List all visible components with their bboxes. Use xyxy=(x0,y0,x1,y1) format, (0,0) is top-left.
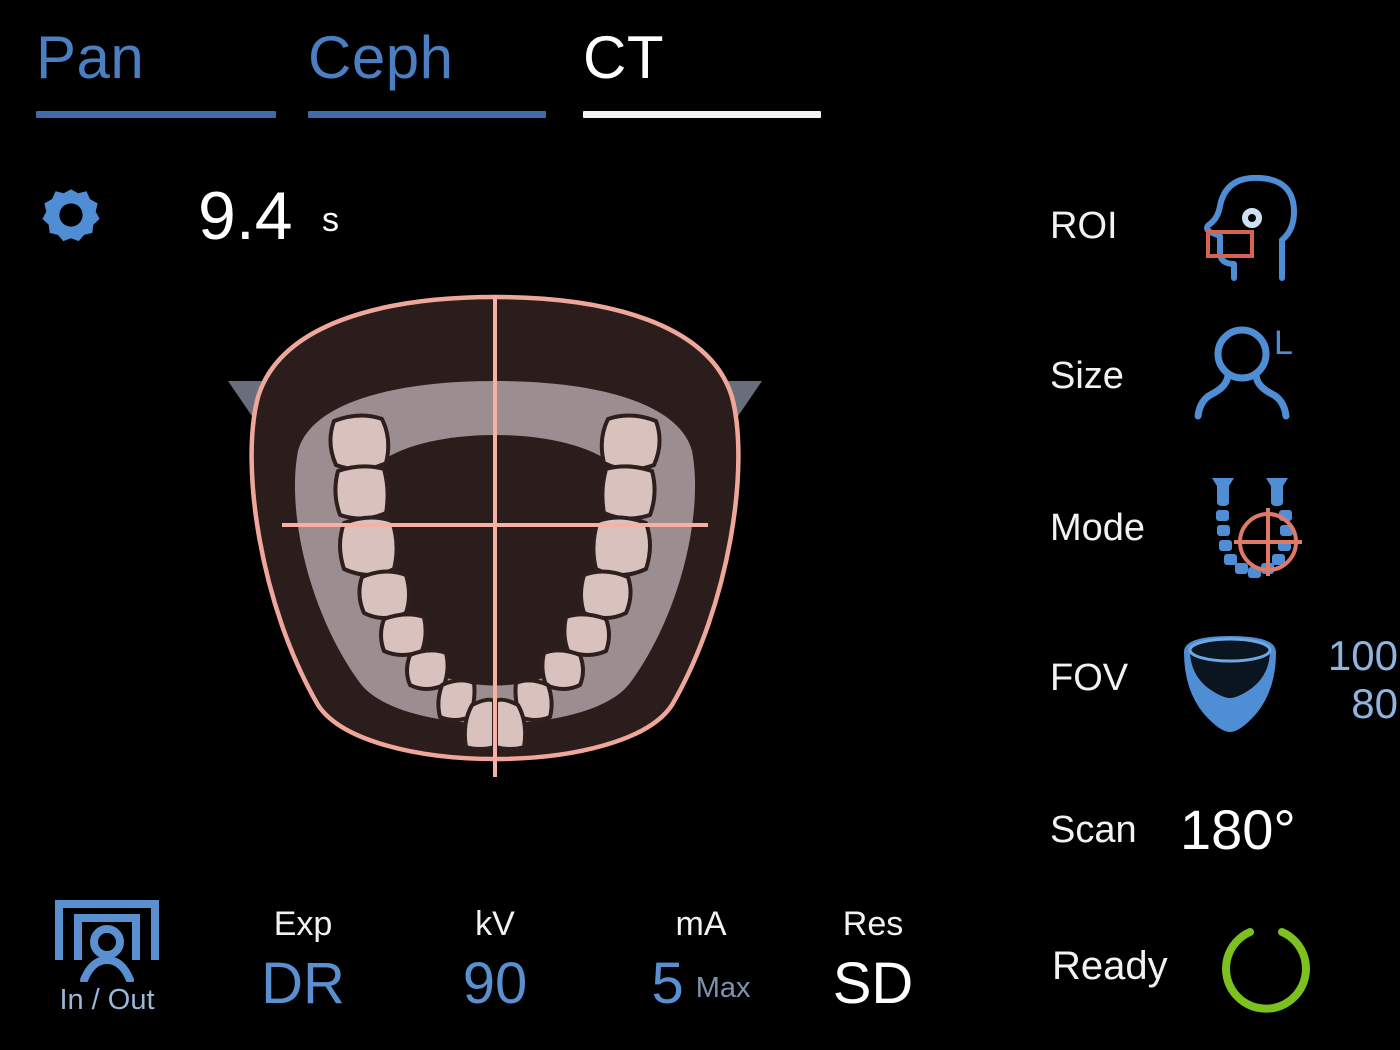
patient-in-out-label: In / Out xyxy=(59,984,155,1016)
stat-ma-value: 5 Max xyxy=(596,948,806,1024)
head-profile-roi-icon xyxy=(1190,166,1310,286)
stat-resolution-value-text: SD xyxy=(832,951,914,1016)
stat-exposure-value-text: DR xyxy=(261,951,345,1016)
scan-parameter-panel: ROI Size L Mode FOV 100 80 Scan 180° xyxy=(1030,150,1400,890)
patient-size-icon: L xyxy=(1190,316,1310,436)
fov-height-value: 80 xyxy=(1351,680,1398,727)
stat-ma-label: mA xyxy=(675,905,727,943)
stat-ma-value-text: 5 xyxy=(651,951,684,1016)
stat-exposure[interactable]: Exp DR xyxy=(228,902,378,1030)
stat-resolution-label: Res xyxy=(842,905,904,943)
param-label-fov: FOV xyxy=(1050,657,1129,699)
power-ready-icon xyxy=(1218,920,1314,1016)
ready-status-label: Ready xyxy=(1052,944,1168,988)
patient-in-out-icon xyxy=(54,898,160,984)
fov-dimension-values: 100 80 xyxy=(1298,632,1398,728)
exposure-time-value: 9.4 xyxy=(198,178,293,254)
dental-arch-fov-diagram[interactable] xyxy=(210,285,780,785)
stat-kv-value-text: 90 xyxy=(462,951,528,1016)
tab-pan[interactable]: Pan xyxy=(36,24,276,124)
fov-diameter-value: 100 xyxy=(1327,632,1398,679)
exposure-time-unit: s xyxy=(322,201,339,239)
ct-scanner-screen: Pan Ceph CT 9.4 s ROI Size L Mode FOV 10… xyxy=(0,0,1400,1050)
param-label-roi: ROI xyxy=(1050,205,1118,247)
tab-ceph-label: Ceph xyxy=(308,24,454,91)
stat-kv-value: 90 xyxy=(420,948,570,1020)
param-row-scan[interactable]: Scan 180° xyxy=(1030,770,1400,890)
tab-pan-label: Pan xyxy=(36,24,145,91)
scan-angle-value: 180° xyxy=(1180,798,1296,861)
tab-pan-underline xyxy=(36,111,276,118)
param-row-size[interactable]: Size L xyxy=(1030,316,1400,436)
arch-target-mode-icon xyxy=(1190,468,1310,588)
tab-ct-label: CT xyxy=(583,24,664,91)
param-row-roi[interactable]: ROI xyxy=(1030,166,1400,286)
param-row-mode[interactable]: Mode xyxy=(1030,468,1400,588)
stat-kv-label: kV xyxy=(475,905,515,943)
tab-ceph-underline xyxy=(308,111,546,118)
patient-in-out-button[interactable]: In / Out xyxy=(42,898,172,1028)
tab-ct[interactable]: CT xyxy=(583,24,821,124)
stat-resolution-value: SD xyxy=(798,948,948,1020)
fov-cylinder-icon xyxy=(1170,618,1290,738)
stat-ma-suffix: Max xyxy=(695,972,751,1004)
stat-kv[interactable]: kV 90 xyxy=(420,902,570,1030)
ready-status-block[interactable]: Ready xyxy=(1040,902,1360,1030)
param-label-size: Size xyxy=(1050,355,1124,397)
stat-resolution[interactable]: Res SD xyxy=(798,902,948,1030)
param-label-scan: Scan xyxy=(1050,809,1137,851)
exposure-settings-row: 9.4 s xyxy=(0,172,620,268)
size-badge-label: L xyxy=(1274,324,1293,362)
stat-ma[interactable]: mA 5 Max xyxy=(596,902,806,1030)
tab-ct-underline xyxy=(583,111,821,118)
modality-tab-bar: Pan Ceph CT xyxy=(0,0,1400,130)
param-label-mode: Mode xyxy=(1050,507,1146,549)
param-row-fov[interactable]: FOV 100 80 xyxy=(1030,618,1400,738)
gear-icon[interactable] xyxy=(40,184,102,246)
stat-exposure-value: DR xyxy=(228,948,378,1020)
stat-exposure-label: Exp xyxy=(273,905,333,943)
tab-ceph[interactable]: Ceph xyxy=(308,24,546,124)
bottom-status-bar: In / Out Exp DR kV 90 mA 5 Max Res SD Re… xyxy=(0,890,1400,1050)
